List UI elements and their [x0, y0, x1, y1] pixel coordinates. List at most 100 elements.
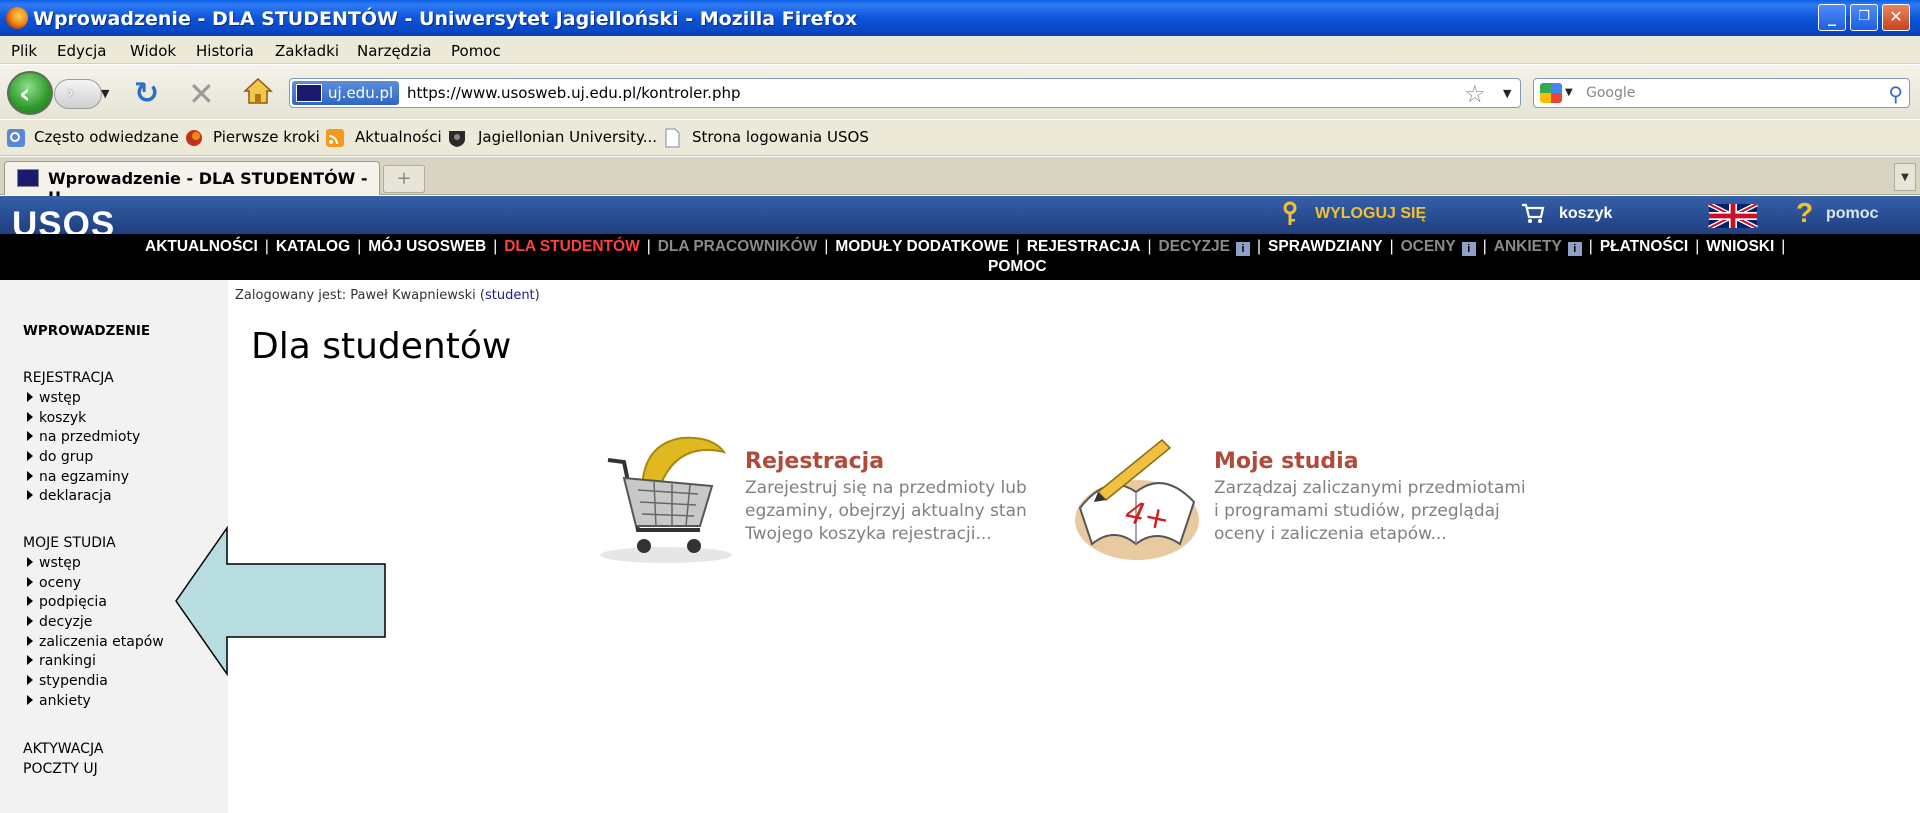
sidebar-item-wstep[interactable]: wstęp [27, 555, 81, 571]
usos-header [0, 196, 1920, 234]
window-title: Wprowadzenie - DLA STUDENTÓW - Uniwersyt… [33, 8, 858, 30]
menu-edycja[interactable]: Edycja [57, 42, 106, 60]
nav-platnosci[interactable]: PŁATNOŚCI [1600, 238, 1688, 255]
tile-desc-line: oceny i zaliczenia etapów... [1214, 524, 1447, 544]
nav-dla-pracownikow[interactable]: DLA PRACOWNIKÓW [658, 238, 818, 255]
cart-link[interactable]: koszyk [1559, 205, 1612, 223]
search-input[interactable]: Google [1586, 85, 1635, 101]
sidebar-section-moje-studia[interactable]: MOJE STUDIA [23, 535, 116, 551]
nav-dla-studentow[interactable]: DLA STUDENTÓW [504, 238, 639, 255]
nav-rejestracja[interactable]: REJESTRACJA [1027, 238, 1141, 255]
sidebar-item-deklaracja[interactable]: deklaracja [27, 488, 112, 504]
menu-pomoc[interactable]: Pomoc [451, 42, 501, 60]
back-button[interactable]: ‹ [7, 71, 53, 115]
uj-crest-icon [449, 131, 465, 147]
nav-wnioski[interactable]: WNIOSKI [1706, 238, 1774, 255]
firefox-bookmark-icon [186, 130, 202, 146]
tile-desc-line: Twojego koszyka rejestracji... [745, 524, 992, 544]
site-badge-label: uj.edu.pl [328, 84, 394, 102]
sidebar-section-rejestracja[interactable]: REJESTRACJA [23, 370, 114, 386]
uk-flag-icon[interactable] [1708, 204, 1758, 228]
sidebar-item-koszyk[interactable]: koszyk [27, 410, 86, 426]
tab-bar: Wprowadzenie - DLA STUDENTÓW - U... + ▼ [0, 157, 1920, 207]
search-engine-dropdown-icon[interactable]: ▼ [1565, 87, 1573, 98]
cart-icon [1522, 203, 1545, 223]
info-icon[interactable]: i [1235, 242, 1250, 256]
sidebar-item-ankiety[interactable]: ankiety [27, 693, 91, 709]
logged-in-suffix: ) [534, 288, 540, 303]
nav-moduly-dodatkowe[interactable]: MODUŁY DODATKOWE [835, 238, 1008, 255]
logout-link[interactable]: WYLOGUJ SIĘ [1315, 205, 1426, 223]
page-icon [665, 128, 680, 148]
menu-plik[interactable]: Plik [11, 42, 37, 60]
close-button[interactable]: ✕ [1882, 4, 1910, 31]
nav-sprawdziany[interactable]: SPRAWDZIANY [1268, 238, 1383, 255]
bookmark-jagiellonian[interactable]: Jagiellonian University... [478, 128, 657, 146]
stop-icon[interactable]: ✕ [188, 75, 215, 113]
sidebar-item-stypendia[interactable]: stypendia [27, 673, 108, 689]
menu-zakladki[interactable]: Zakładki [275, 42, 339, 60]
bookmark-aktualnosci[interactable]: Aktualności [355, 128, 442, 146]
tile-desc-line: egzaminy, obejrzyj aktualny stan [745, 501, 1027, 521]
bookmark-pierwsze-kroki[interactable]: Pierwsze kroki [213, 128, 320, 146]
tile-desc-line: Zarejestruj się na przedmioty lub [745, 478, 1027, 498]
info-icon[interactable]: i [1567, 242, 1582, 256]
sidebar-item-rankingi[interactable]: rankingi [27, 653, 96, 669]
shopping-cart-image[interactable] [594, 430, 736, 565]
google-icon[interactable] [1540, 83, 1562, 103]
usos-main-nav: AKTUALNOŚCI | KATALOG | MÓJ USOSWEB | DLA STUD… [0, 234, 1920, 280]
menu-narzedzia[interactable]: Narzędzia [357, 42, 431, 60]
sidebar-item-podpiecia[interactable]: podpięcia [27, 594, 107, 610]
forward-button[interactable]: › [54, 79, 102, 109]
sidebar-item-decyzje[interactable]: decyzje [27, 614, 92, 630]
tab-wprowadzenie[interactable]: Wprowadzenie - DLA STUDENTÓW - U... [4, 161, 380, 207]
info-icon[interactable]: i [1461, 242, 1476, 256]
minimize-button[interactable]: _ [1818, 4, 1846, 31]
menu-historia[interactable]: Historia [196, 42, 254, 60]
sidebar-item-na-przedmioty[interactable]: na przedmioty [27, 429, 140, 445]
sidebar-aktywacja-line2[interactable]: POCZTY UJ [23, 761, 98, 777]
grade-book-image[interactable]: 4+ [1068, 432, 1206, 560]
back-arrow-icon: ‹ [19, 77, 31, 110]
url-dropdown-icon[interactable]: ▼ [1503, 87, 1511, 100]
url-bar[interactable]: uj.edu.pl https://www.usosweb.uj.edu.pl/… [289, 78, 1521, 108]
search-icon[interactable]: ⚲ [1888, 82, 1903, 106]
bookmark-star-icon[interactable]: ☆ [1464, 80, 1486, 108]
tile-rejestracja-title[interactable]: Rejestracja [745, 449, 884, 474]
rss-icon [326, 129, 344, 147]
history-dropdown-icon[interactable]: ▼ [101, 87, 109, 100]
bookmarks-toolbar: Często odwiedzane Pierwsze kroki Aktualn… [0, 120, 1920, 156]
nav-ankiety[interactable]: ANKIETY [1494, 238, 1562, 255]
sidebar-item-do-grup[interactable]: do grup [27, 449, 93, 465]
bookmark-strona-logowania[interactable]: Strona logowania USOS [692, 128, 869, 146]
tab-list-icon[interactable]: ▼ [1894, 163, 1916, 191]
nav-katalog[interactable]: KATALOG [276, 238, 350, 255]
nav-moj-usosweb[interactable]: MÓJ USOSWEB [368, 238, 486, 255]
sidebar-wprowadzenie[interactable]: WPROWADZENIE [23, 323, 150, 339]
sidebar-item-wstep[interactable]: wstęp [27, 390, 81, 406]
tile-moje-studia-description: Zarządzaj zaliczanymi przedmiotami i pro… [1214, 477, 1554, 546]
usos-favicon-icon [296, 84, 322, 102]
navigation-toolbar: ‹ › ▼ ↻ ✕ uj.edu.pl https://www.usosweb.… [0, 65, 1920, 119]
site-identity-badge[interactable]: uj.edu.pl [292, 81, 400, 105]
help-link[interactable]: pomoc [1826, 205, 1878, 223]
reload-icon[interactable]: ↻ [134, 76, 159, 111]
url-text[interactable]: https://www.usosweb.uj.edu.pl/kontroler.… [407, 84, 741, 102]
menu-widok[interactable]: Widok [130, 42, 176, 60]
nav-oceny[interactable]: OCENY [1401, 238, 1456, 255]
logged-in-role-link[interactable]: student [485, 288, 535, 303]
sidebar-item-zaliczenia-etapow[interactable]: zaliczenia etapów [27, 634, 164, 650]
sidebar-item-oceny[interactable]: oceny [27, 575, 81, 591]
search-bar[interactable]: ▼ Google ⚲ [1533, 78, 1910, 108]
nav-pomoc[interactable]: POMOC [988, 258, 1047, 276]
nav-decyzje[interactable]: DECYZJE [1158, 238, 1230, 255]
sidebar-item-na-egzaminy[interactable]: na egzaminy [27, 469, 129, 485]
nav-aktualnosci[interactable]: AKTUALNOŚCI [145, 238, 258, 255]
maximize-button[interactable]: ❐ [1850, 4, 1878, 31]
bookmark-czesto-odwiedzane[interactable]: Często odwiedzane [34, 128, 179, 146]
sidebar-aktywacja-line1[interactable]: AKTYWACJA [23, 741, 103, 757]
usos-favicon-icon [17, 169, 39, 187]
tile-moje-studia-title[interactable]: Moje studia [1214, 449, 1359, 474]
new-tab-button[interactable]: + [383, 165, 425, 193]
home-icon[interactable] [243, 77, 273, 105]
